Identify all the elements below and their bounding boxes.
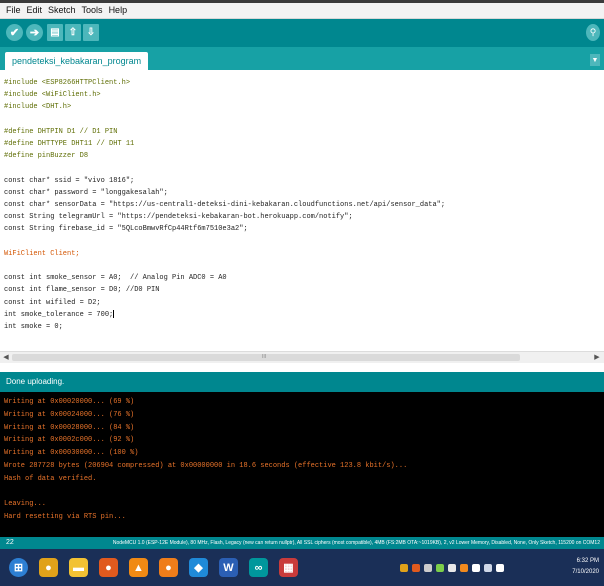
code-line: WiFiClient Client; bbox=[4, 249, 80, 258]
new-sketch-button[interactable]: ▤ bbox=[47, 24, 63, 41]
code-line: #define DHTPIN D1 // D1 PIN bbox=[4, 127, 118, 136]
menu-edit[interactable]: Edit bbox=[24, 3, 46, 18]
magnifier-icon: ⚲ bbox=[589, 27, 597, 37]
text-cursor bbox=[113, 309, 115, 318]
chevron-down-icon: ▼ bbox=[591, 56, 599, 64]
console-line: Hash of data verified. bbox=[4, 474, 97, 483]
verify-button[interactable]: ✔ bbox=[6, 24, 23, 41]
app-blue-icon[interactable]: ◆ bbox=[189, 558, 208, 577]
tray-volume-icon[interactable] bbox=[448, 563, 456, 572]
file-explorer-icon[interactable]: ▬ bbox=[69, 558, 88, 577]
code-line: #define pinBuzzer D8 bbox=[4, 152, 89, 161]
console-line: Wrote 287728 bytes (206904 compressed) a… bbox=[4, 462, 408, 470]
arrow-up-icon: ⇧ bbox=[68, 27, 78, 38]
menu-help[interactable]: Help bbox=[106, 3, 131, 18]
firefox-icon[interactable]: ● bbox=[99, 558, 118, 577]
checkmark-icon: ✔ bbox=[9, 27, 20, 39]
open-button[interactable]: ⇧ bbox=[65, 24, 81, 41]
code-line: #define DHTTYPE DHT11 // DHT 11 bbox=[4, 140, 135, 148]
word-icon[interactable]: W bbox=[219, 558, 238, 577]
menu-sketch[interactable]: Sketch bbox=[45, 3, 79, 18]
tray-keyboard-icon[interactable] bbox=[484, 563, 492, 572]
tab-menu-button[interactable]: ▼ bbox=[590, 54, 600, 66]
code-line: int smoke_tolerance = 700; bbox=[4, 309, 115, 319]
clock[interactable]: 6:32 PM 7/10/2020 bbox=[572, 556, 599, 578]
console-line: Leaving... bbox=[4, 500, 47, 509]
board-info: NodeMCU 1.0 (ESP-12E Module), 80 MHz, Fl… bbox=[112, 540, 600, 546]
tray-shield-icon[interactable] bbox=[400, 563, 408, 572]
code-line: const char* ssid = "vivo 1816"; bbox=[4, 176, 135, 185]
tray-battery-icon[interactable] bbox=[460, 563, 468, 572]
status-message: Done uploading. bbox=[6, 377, 65, 386]
code-line: const char* sensorData = "https://us-cen… bbox=[4, 201, 446, 209]
code-line: #include <WiFiClient.h> bbox=[4, 91, 101, 100]
toolbar: ✔ ➔ ▤ ⇧ ⇩ ⚲ bbox=[0, 19, 604, 47]
code-line: int smoke = 0; bbox=[4, 323, 63, 331]
tray-settings-icon[interactable] bbox=[424, 563, 432, 572]
code-line: const int flame_sensor = D0; //D0 PIN bbox=[4, 286, 160, 295]
arrow-down-icon: ⇩ bbox=[86, 27, 96, 38]
tab-sketch[interactable]: pendeteksi_kebakaran_program bbox=[5, 52, 149, 70]
menu-tools[interactable]: Tools bbox=[79, 3, 106, 18]
vlc-icon[interactable]: ▲ bbox=[129, 558, 148, 577]
clock-date: 7/10/2020 bbox=[572, 569, 599, 575]
console-line: Writing at 0x0002c000... (92 %) bbox=[4, 436, 135, 445]
code-line: const int wifiled = D2; bbox=[4, 298, 101, 307]
code-editor[interactable]: #include <ESP8266HTTPClient.h> #include <… bbox=[0, 70, 604, 351]
footer-bar: 22 NodeMCU 1.0 (ESP-12E Module), 80 MHz,… bbox=[0, 537, 604, 549]
menu-bar: File Edit Sketch Tools Help bbox=[0, 3, 604, 19]
app-orange-icon[interactable]: ● bbox=[159, 558, 178, 577]
code-line: #include <DHT.h> bbox=[4, 103, 72, 112]
code-line: #include <ESP8266HTTPClient.h> bbox=[4, 79, 131, 87]
arduino-icon[interactable]: ∞ bbox=[249, 558, 268, 577]
editor-console-divider[interactable] bbox=[0, 363, 604, 372]
console-line: Hard resetting via RTS pin... bbox=[4, 513, 126, 522]
system-tray bbox=[400, 559, 508, 576]
arrow-right-icon: ➔ bbox=[29, 27, 40, 39]
console-line: Writing at 0x00030000... (100 %) bbox=[4, 449, 139, 458]
clock-time: 6:32 PM bbox=[576, 558, 599, 564]
console-line: Writing at 0x00024000... (76 %) bbox=[4, 410, 135, 419]
tray-message-icon[interactable] bbox=[496, 563, 504, 572]
status-bar: Done uploading. bbox=[0, 372, 604, 392]
output-console[interactable]: Writing at 0x00020000... (69 %) Writing a… bbox=[0, 392, 604, 537]
code-line: const String firebase_id = "5QLcoBmwvRfC… bbox=[4, 225, 248, 234]
code-line: const String telegramUrl = "https://pend… bbox=[4, 213, 353, 222]
serial-monitor-button[interactable]: ⚲ bbox=[586, 24, 600, 41]
save-button[interactable]: ⇩ bbox=[83, 24, 99, 41]
tray-app-icon[interactable] bbox=[412, 563, 420, 572]
menu-file[interactable]: File bbox=[0, 3, 24, 18]
console-line: Writing at 0x00020000... (69 %) bbox=[4, 398, 135, 406]
scrollbar-grip-icon: III bbox=[262, 354, 267, 360]
tab-bar: pendeteksi_kebakaran_program ▼ bbox=[0, 47, 604, 70]
chrome-icon[interactable]: ● bbox=[39, 558, 58, 577]
start-icon[interactable]: ⊞ bbox=[9, 558, 28, 577]
tray-notification-icon[interactable] bbox=[472, 563, 480, 572]
scroll-right-icon[interactable]: ▶ bbox=[592, 352, 602, 363]
scroll-left-icon[interactable]: ◀ bbox=[1, 352, 11, 363]
line-number: 22 bbox=[6, 539, 14, 546]
code-line: const int smoke_sensor = A0; // Analog P… bbox=[4, 274, 227, 283]
tray-network-icon[interactable] bbox=[436, 563, 444, 572]
new-file-icon: ▤ bbox=[50, 27, 60, 38]
upload-button[interactable]: ➔ bbox=[26, 24, 43, 41]
app-grid-icon[interactable]: ▦ bbox=[279, 558, 298, 577]
console-line: Writing at 0x00028000... (84 %) bbox=[4, 423, 135, 432]
code-line: const char* password = "longgakesalah"; bbox=[4, 188, 168, 197]
windows-taskbar: 6:32 PM 7/10/2020 ⊞ ● ▬ ● ▲ ● ◆ W ∞ ▦ bbox=[0, 549, 604, 586]
